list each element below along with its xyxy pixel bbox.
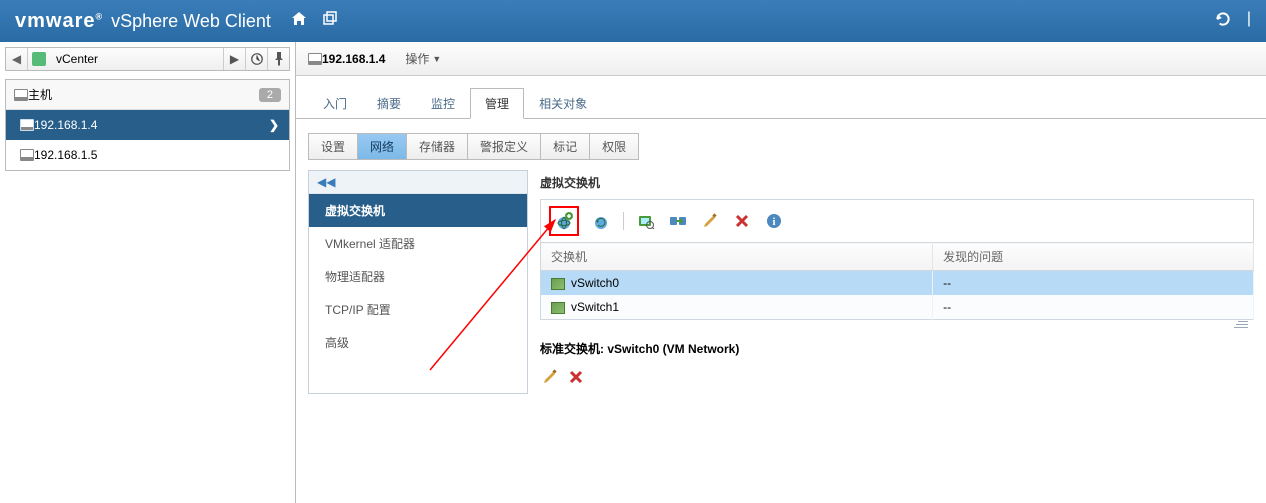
- hosts-count-badge: 2: [259, 88, 281, 102]
- subtab-storage[interactable]: 存储器: [406, 133, 467, 160]
- sidenav-tcpip-config[interactable]: TCP/IP 配置: [309, 293, 527, 326]
- hosts-group: 主机 2 192.168.1.4 ❯ 192.168.1.5: [5, 79, 290, 171]
- detail-delete-button[interactable]: [568, 369, 584, 390]
- app-title: vSphere Web Client: [111, 11, 271, 32]
- tab-summary[interactable]: 摘要: [362, 88, 416, 118]
- home-icon[interactable]: [291, 11, 307, 32]
- vswitch-toolbar: i: [540, 199, 1254, 242]
- tab-related-objects[interactable]: 相关对象: [524, 88, 602, 118]
- host-item-192-168-1-4[interactable]: 192.168.1.4 ❯: [6, 110, 289, 140]
- svg-text:i: i: [772, 216, 775, 228]
- host-icon: [20, 119, 34, 131]
- host-icon: [14, 89, 28, 101]
- sidenav-physical-adapters[interactable]: 物理适配器: [309, 260, 527, 293]
- subtab-settings[interactable]: 设置: [308, 133, 357, 160]
- dropdown-caret-icon: ▼: [432, 54, 441, 64]
- delete-button[interactable]: [732, 211, 752, 231]
- sub-tabs: 设置 网络 存储器 警报定义 标记 权限: [296, 119, 1266, 170]
- tab-manage[interactable]: 管理: [470, 88, 524, 119]
- chevron-right-icon: ❯: [269, 118, 279, 132]
- column-issues[interactable]: 发现的问题: [933, 243, 1254, 271]
- main-panel: 192.168.1.4 操作 ▼ 入门 摘要 监控 管理 相关对象 设置 网络 …: [296, 42, 1266, 503]
- host-ip: 192.168.1.4: [34, 118, 97, 132]
- breadcrumb-label[interactable]: vCenter: [50, 52, 223, 66]
- sidenav-vmkernel-adapters[interactable]: VMkernel 适配器: [309, 227, 527, 260]
- migrate-button[interactable]: [668, 211, 688, 231]
- breadcrumb: ◀ vCenter ▶: [5, 47, 290, 71]
- back-icon[interactable]: ◀: [6, 48, 28, 70]
- host-item-192-168-1-5[interactable]: 192.168.1.5: [6, 140, 289, 170]
- tab-monitor[interactable]: 监控: [416, 88, 470, 118]
- vswitch-table: 交换机 发现的问题 vSwitch0 -- vSwitch1 --: [540, 242, 1254, 320]
- host-icon: [20, 149, 34, 161]
- detail-edit-button[interactable]: [542, 369, 558, 390]
- vswitch-icon: [551, 302, 565, 314]
- main-tabs: 入门 摘要 监控 管理 相关对象: [296, 76, 1266, 119]
- object-title: 192.168.1.4: [322, 52, 385, 66]
- sidenav-advanced[interactable]: 高级: [309, 326, 527, 359]
- object-header: 192.168.1.4 操作 ▼: [296, 42, 1266, 76]
- info-button[interactable]: i: [764, 211, 784, 231]
- edit-button[interactable]: [700, 211, 720, 231]
- app-header: vmware® vSphere Web Client |: [0, 0, 1266, 42]
- refresh-icon[interactable]: [1214, 10, 1232, 33]
- pin-icon[interactable]: [267, 48, 289, 70]
- section-title: 虚拟交换机: [540, 170, 1254, 199]
- toolbar-separator: [623, 212, 624, 230]
- vmware-logo: vmware®: [15, 10, 103, 33]
- actions-dropdown[interactable]: 操作 ▼: [405, 50, 441, 67]
- tab-getting-started[interactable]: 入门: [308, 88, 362, 118]
- detail-title: 标准交换机: vSwitch0 (VM Network): [540, 328, 1254, 365]
- sidenav-virtual-switches[interactable]: 虚拟交换机: [309, 194, 527, 227]
- pipe-icon[interactable]: |: [1247, 10, 1251, 33]
- add-networking-button[interactable]: [554, 211, 574, 231]
- subtab-networking[interactable]: 网络: [357, 133, 406, 160]
- refresh-button[interactable]: [591, 211, 611, 231]
- hosts-group-header[interactable]: 主机 2: [6, 80, 289, 110]
- host-ip: 192.168.1.5: [34, 148, 97, 162]
- annotation-highlight: [549, 206, 579, 236]
- forward-icon[interactable]: ▶: [223, 48, 245, 70]
- networking-sidenav: ◀◀ 虚拟交换机 VMkernel 适配器 物理适配器 TCP/IP 配置 高级: [308, 170, 528, 394]
- table-row[interactable]: vSwitch0 --: [541, 271, 1254, 296]
- table-row[interactable]: vSwitch1 --: [541, 295, 1254, 320]
- vcenter-icon: [32, 52, 46, 66]
- hosts-label: 主机: [28, 86, 52, 103]
- collapse-icon[interactable]: ◀◀: [309, 171, 527, 194]
- subtab-tags[interactable]: 标记: [540, 133, 589, 160]
- inventory-panel: ◀ vCenter ▶ 主机 2 192.168.1.4: [0, 42, 296, 503]
- vswitch-icon: [551, 278, 565, 290]
- history-icon[interactable]: [245, 48, 267, 70]
- column-switch[interactable]: 交换机: [541, 243, 933, 271]
- subtab-permissions[interactable]: 权限: [589, 133, 639, 160]
- subtab-alarm-definitions[interactable]: 警报定义: [467, 133, 540, 160]
- detail-toolbar: [540, 365, 1254, 394]
- vswitch-section: 虚拟交换机: [540, 170, 1254, 394]
- manage-adapters-button[interactable]: [636, 211, 656, 231]
- popout-icon[interactable]: [322, 11, 338, 32]
- host-icon: [308, 53, 322, 65]
- resize-handle-icon[interactable]: [540, 320, 1254, 328]
